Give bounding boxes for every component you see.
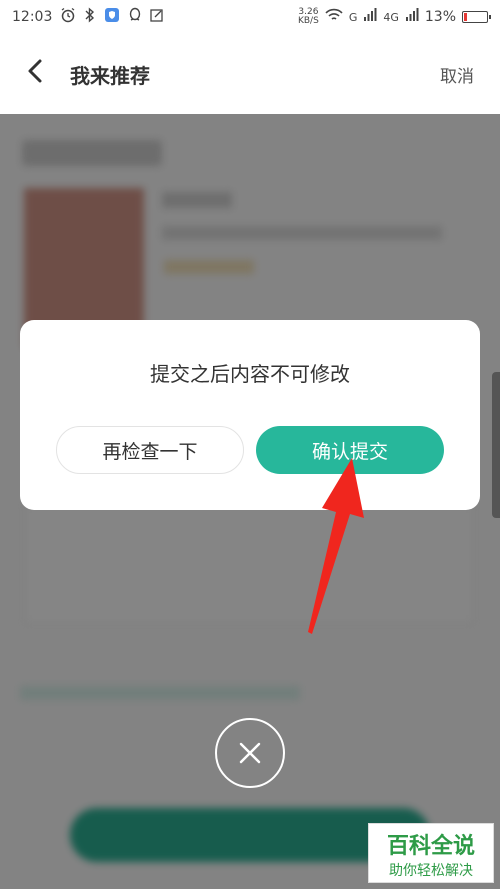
- wifi-icon: [325, 8, 343, 26]
- confirm-dialog: 提交之后内容不可修改 再检查一下 确认提交: [20, 320, 480, 510]
- close-icon: [239, 742, 261, 764]
- watermark-subtitle: 助你轻松解决: [389, 863, 473, 879]
- shield-app-icon: [104, 7, 120, 27]
- dialog-message: 提交之后内容不可修改: [150, 362, 350, 386]
- signal-bars-icon: [363, 8, 377, 26]
- chevron-left-icon: [28, 59, 42, 83]
- alarm-icon: [60, 7, 76, 27]
- qq-icon: [128, 7, 142, 27]
- edit-notification-icon: [150, 8, 164, 26]
- recheck-button[interactable]: 再检查一下: [56, 426, 244, 474]
- status-bar: 12:03 3.26 KB/S G 4G 13%: [0, 0, 500, 34]
- signal-bars-icon-2: [405, 8, 419, 26]
- battery-percent: 13%: [424, 9, 456, 25]
- signal2-label: 4G: [383, 10, 399, 24]
- status-left: 12:03: [12, 7, 164, 27]
- battery-icon: [462, 11, 491, 23]
- page-title: 我来推荐: [70, 63, 150, 88]
- network-speed-unit: KB/S: [297, 16, 319, 26]
- network-speed: 3.26 KB/S: [298, 8, 319, 26]
- clock-time: 12:03: [12, 9, 53, 25]
- bluetooth-icon: [84, 7, 96, 27]
- cancel-button[interactable]: 取消: [440, 62, 474, 87]
- battery-fill: [464, 13, 467, 21]
- signal1-label: G: [348, 10, 358, 24]
- confirm-submit-button[interactable]: 确认提交: [256, 426, 444, 474]
- header-bar: 我来推荐 取消: [0, 34, 500, 114]
- close-button[interactable]: [215, 718, 285, 788]
- back-button[interactable]: [26, 58, 56, 90]
- watermark-title: 百科全说: [386, 834, 475, 859]
- status-right: 3.26 KB/S G 4G 13%: [298, 8, 491, 26]
- scroll-handle[interactable]: [492, 372, 500, 518]
- watermark-logo: 百科全说 助你轻松解决: [368, 823, 494, 883]
